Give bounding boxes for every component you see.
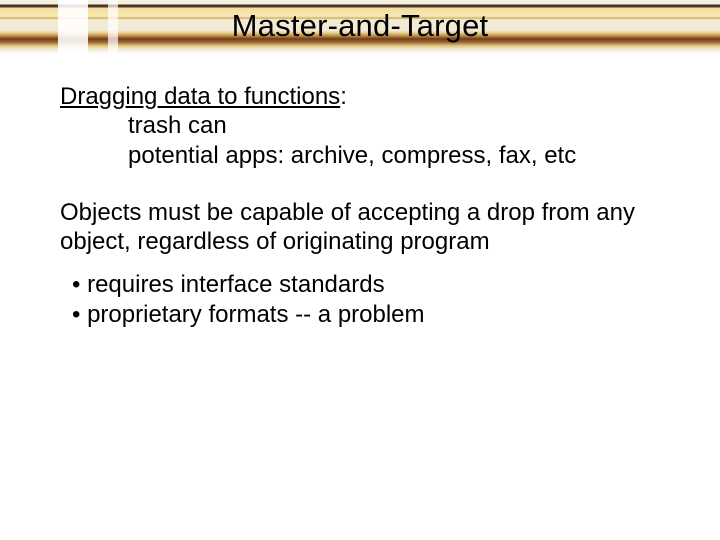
bullet-list: requires interface standards proprietary… xyxy=(60,270,668,329)
list-item: trash can xyxy=(60,111,668,140)
section-heading-colon: : xyxy=(340,83,347,110)
section-objects: Objects must be capable of accepting a d… xyxy=(60,198,668,257)
section-heading: Dragging data to functions xyxy=(60,83,340,110)
header-banner: Master-and-Target xyxy=(0,0,720,54)
list-item: potential apps: archive, compress, fax, … xyxy=(60,141,668,170)
bullet-item: requires interface standards xyxy=(72,270,668,299)
bullet-item: proprietary formats -- a problem xyxy=(72,300,668,329)
slide-title: Master-and-Target xyxy=(0,8,720,44)
slide-body: Dragging data to functions: trash can po… xyxy=(0,54,720,329)
section-dragging: Dragging data to functions: trash can po… xyxy=(60,82,668,170)
